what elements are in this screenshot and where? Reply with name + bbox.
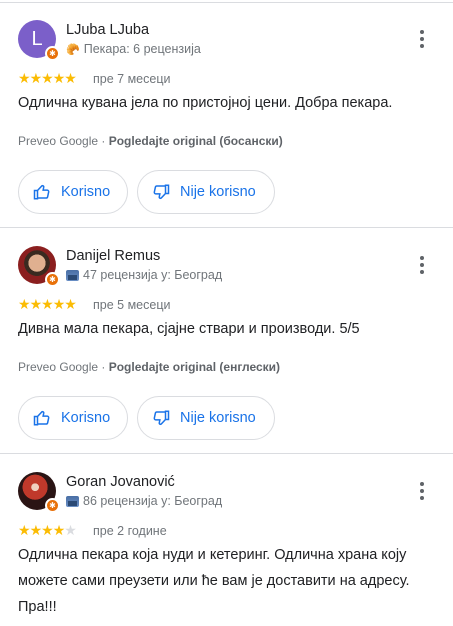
reviewer-name[interactable]: Goran Jovanović: [66, 474, 175, 490]
review-text: Одлична кувана јела по пристојној цени. …: [18, 95, 393, 111]
city-icon: [66, 495, 79, 507]
avatar[interactable]: L ✱: [18, 20, 60, 61]
star-icon: ★: [64, 296, 77, 312]
bakery-icon: 🥐: [66, 43, 80, 56]
star-icon: ★: [52, 522, 66, 538]
review-time: пре 5 месеци: [93, 298, 171, 312]
translated-by-label: Preveo Google ·: [18, 360, 109, 374]
not-useful-button[interactable]: Nije korisno: [137, 396, 275, 440]
reviewer-meta: 47 рецензија у: Београд: [66, 268, 222, 282]
reviewer-meta-text: 86 рецензија у: Београд: [83, 494, 223, 508]
see-original-link[interactable]: Pogledajte original (енглески): [109, 360, 280, 374]
local-guide-badge-icon: ✱: [45, 46, 60, 61]
not-useful-label: Nije korisno: [180, 184, 256, 200]
reviewer-name[interactable]: LJuba LJuba: [66, 22, 149, 38]
reviewer-meta-text: 47 рецензија у: Београд: [83, 268, 223, 282]
local-guide-badge-icon: ✱: [45, 498, 60, 513]
star-icon: ★: [18, 296, 31, 312]
translation-note: Preveo Google · Pogledajte original (енг…: [18, 360, 280, 374]
star-icon: ★: [41, 522, 54, 538]
avatar-letter: L: [31, 27, 43, 50]
translation-note: Preveo Google · Pogledajte original (бос…: [18, 134, 283, 148]
review-divider: [0, 227, 453, 228]
star-rating: ★ ★ ★ ★ ★: [18, 522, 77, 539]
more-options-icon[interactable]: [413, 27, 431, 51]
star-icon: ★: [29, 522, 43, 538]
star-icon: ★: [41, 70, 54, 86]
star-icon: ★: [18, 70, 31, 86]
see-original-link[interactable]: Pogledajte original (босански): [109, 134, 283, 148]
star-empty-icon: ★: [64, 522, 77, 538]
local-guide-badge-icon: ✱: [45, 272, 60, 287]
review-time: пре 7 месеци: [93, 72, 171, 86]
star-icon: ★: [52, 296, 66, 312]
reviewer-meta: 86 рецензија у: Београд: [66, 494, 222, 508]
thumbs-up-icon: [33, 185, 50, 200]
useful-label: Korisno: [61, 410, 111, 426]
star-icon: ★: [64, 70, 77, 86]
useful-button[interactable]: Korisno: [18, 170, 128, 214]
not-useful-button[interactable]: Nije korisno: [137, 170, 275, 214]
translated-by-label: Preveo Google ·: [18, 134, 109, 148]
star-icon: ★: [52, 70, 66, 86]
review-text: Дивна мала пекара, сјајне ствари и произ…: [18, 321, 360, 337]
thumbs-down-icon: [153, 184, 170, 199]
reviewer-meta-text: Пекара: 6 рецензија: [83, 42, 201, 56]
star-icon: ★: [29, 296, 43, 312]
more-options-icon[interactable]: [413, 479, 431, 503]
useful-button[interactable]: Korisno: [18, 396, 128, 440]
more-options-icon[interactable]: [413, 253, 431, 277]
reviewer-name[interactable]: Danijel Remus: [66, 248, 160, 264]
thumbs-down-icon: [153, 410, 170, 425]
star-rating: ★ ★ ★ ★ ★: [18, 70, 77, 87]
not-useful-label: Nije korisno: [180, 410, 256, 426]
city-icon: [66, 269, 79, 281]
reviewer-meta: 🥐 Пекара: 6 рецензија: [66, 42, 201, 56]
avatar[interactable]: ✱: [18, 246, 60, 287]
star-icon: ★: [18, 522, 31, 538]
review-divider: [0, 453, 453, 454]
useful-label: Korisno: [61, 184, 111, 200]
top-divider: [0, 2, 453, 3]
star-icon: ★: [41, 296, 54, 312]
thumbs-up-icon: [33, 411, 50, 426]
review-text: Одлична пекара која нуди и кетеринг. Одл…: [18, 547, 410, 615]
star-icon: ★: [29, 70, 43, 86]
star-rating: ★ ★ ★ ★ ★: [18, 296, 77, 313]
avatar[interactable]: ✱: [18, 472, 60, 513]
review-time: пре 2 године: [93, 524, 167, 538]
